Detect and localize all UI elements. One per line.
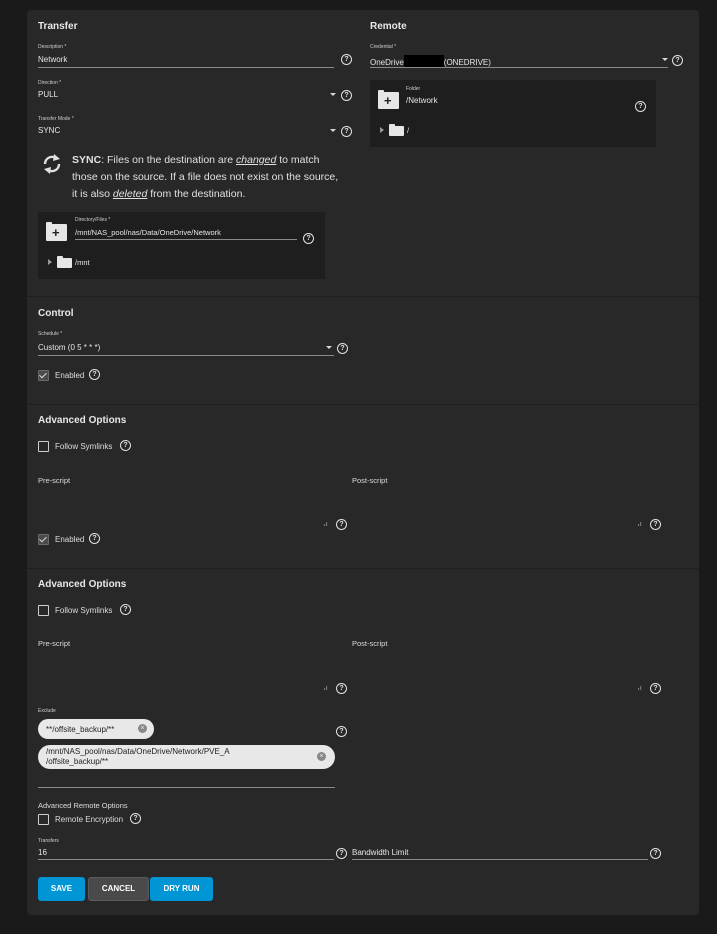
folder-label: Folder	[406, 86, 421, 92]
help-icon[interactable]: ?	[130, 813, 141, 824]
post-script-label: Post-script	[352, 639, 388, 648]
schedule-label: Schedule *	[38, 331, 63, 337]
help-icon[interactable]: ?	[120, 604, 131, 615]
add-folder-icon[interactable]: +	[46, 222, 67, 241]
help-icon[interactable]: ?	[337, 343, 348, 354]
credential-label: Credential *	[370, 44, 397, 50]
transfer-section-title: Transfer	[38, 21, 78, 32]
chevron-down-icon[interactable]	[326, 346, 332, 349]
transfer-mode-select[interactable]: SYNC	[38, 126, 60, 135]
resize-handle-icon[interactable]: ⠴	[323, 520, 328, 528]
directory-underline	[75, 239, 297, 240]
advanced-remote-options-title: Advanced Remote Options	[38, 801, 128, 810]
description-underline	[38, 67, 334, 68]
pre-script-label: Pre-script	[38, 476, 71, 485]
section-divider	[27, 296, 699, 297]
resize-handle-icon[interactable]: ⠴	[323, 684, 328, 692]
expand-icon[interactable]	[48, 259, 52, 265]
post-script-textarea[interactable]	[352, 649, 658, 691]
directory-input[interactable]: /mnt/NAS_pool/nas/Data/OneDrive/Network	[75, 228, 221, 237]
help-icon[interactable]: ?	[341, 54, 352, 65]
control-section-title: Control	[38, 308, 74, 319]
expand-icon[interactable]	[380, 127, 384, 133]
section-divider	[27, 568, 699, 569]
transfers-label: Transfers	[38, 838, 59, 844]
enabled-label: Enabled	[55, 371, 85, 380]
sync-icon	[43, 154, 61, 174]
add-folder-icon[interactable]: +	[378, 90, 399, 109]
tree-item-mnt[interactable]: /mnt	[75, 258, 90, 267]
help-icon[interactable]: ?	[336, 848, 347, 859]
help-icon[interactable]: ?	[89, 369, 100, 380]
sync-description: SYNC: Files on the destination are chang…	[72, 154, 339, 200]
credential-select[interactable]: OneDrive (ONEDRIVE)	[370, 55, 491, 67]
cancel-button[interactable]: CANCEL	[88, 877, 149, 901]
direction-label: Direction *	[38, 80, 62, 86]
schedule-underline	[38, 355, 334, 356]
pre-script-textarea[interactable]	[38, 486, 344, 528]
enabled-label: Enabled	[55, 535, 85, 544]
help-icon[interactable]: ?	[336, 726, 347, 737]
folder-icon	[389, 124, 404, 136]
folder-input[interactable]: /Network	[406, 96, 438, 105]
help-icon[interactable]: ?	[672, 55, 683, 66]
transfer-mode-label: Transfer Mode *	[38, 116, 74, 122]
help-icon[interactable]: ?	[650, 848, 661, 859]
advanced-options-title: Advanced Options	[38, 579, 127, 590]
help-icon[interactable]: ?	[650, 519, 661, 530]
remove-icon[interactable]: ×	[138, 724, 147, 733]
help-icon[interactable]: ?	[341, 90, 352, 101]
schedule-select[interactable]: Custom (0 5 * * *)	[38, 343, 100, 352]
tree-item-root[interactable]: /	[407, 126, 409, 135]
follow-symlinks-checkbox[interactable]	[38, 441, 49, 452]
resize-handle-icon[interactable]: ⠴	[637, 684, 642, 692]
exclude-underline	[38, 787, 335, 788]
follow-symlinks-label: Follow Symlinks	[55, 442, 113, 451]
folder-icon	[57, 256, 72, 268]
direction-select[interactable]: PULL	[38, 90, 58, 99]
description-label: Description *	[38, 44, 67, 50]
remote-encryption-checkbox[interactable]	[38, 814, 49, 825]
credential-underline	[370, 67, 668, 68]
exclude-label: Exclude	[38, 708, 56, 714]
description-input[interactable]: Network	[38, 55, 67, 64]
help-icon[interactable]: ?	[120, 440, 131, 451]
advanced-options-title: Advanced Options	[38, 415, 127, 426]
post-script-label: Post-script	[352, 476, 388, 485]
help-icon[interactable]: ?	[341, 126, 352, 137]
help-icon[interactable]: ?	[303, 233, 314, 244]
enabled-checkbox[interactable]	[38, 370, 49, 381]
bandwidth-limit-underline	[352, 859, 648, 860]
redacted-block	[403, 55, 444, 67]
transfers-input[interactable]: 16	[38, 848, 47, 857]
pre-script-textarea[interactable]	[38, 649, 344, 691]
help-icon[interactable]: ?	[635, 101, 646, 112]
chevron-down-icon[interactable]	[330, 93, 336, 96]
directory-label: Directory/Files *	[75, 217, 111, 223]
save-button[interactable]: SAVE	[38, 877, 85, 901]
help-icon[interactable]: ?	[89, 533, 100, 544]
exclude-chip[interactable]: **/offsite_backup/** ×	[38, 719, 154, 739]
resize-handle-icon[interactable]: ⠴	[637, 520, 642, 528]
help-icon[interactable]: ?	[336, 519, 347, 530]
bandwidth-limit-input[interactable]: Bandwidth Limit	[352, 848, 408, 857]
post-script-textarea[interactable]	[352, 486, 658, 528]
chevron-down-icon[interactable]	[662, 58, 668, 61]
help-icon[interactable]: ?	[336, 683, 347, 694]
follow-symlinks-checkbox[interactable]	[38, 605, 49, 616]
section-divider	[27, 404, 699, 405]
remove-icon[interactable]: ×	[317, 752, 326, 761]
follow-symlinks-label: Follow Symlinks	[55, 606, 113, 615]
remote-encryption-label: Remote Encryption	[55, 815, 124, 824]
pre-script-label: Pre-script	[38, 639, 71, 648]
dry-run-button[interactable]: DRY RUN	[150, 877, 213, 901]
remote-section-title: Remote	[370, 21, 407, 32]
exclude-chip[interactable]: /mnt/NAS_pool/nas/Data/OneDrive/Network/…	[38, 745, 335, 769]
transfers-underline	[38, 859, 334, 860]
help-icon[interactable]: ?	[650, 683, 661, 694]
enabled-checkbox[interactable]	[38, 534, 49, 545]
chevron-down-icon[interactable]	[330, 129, 336, 132]
